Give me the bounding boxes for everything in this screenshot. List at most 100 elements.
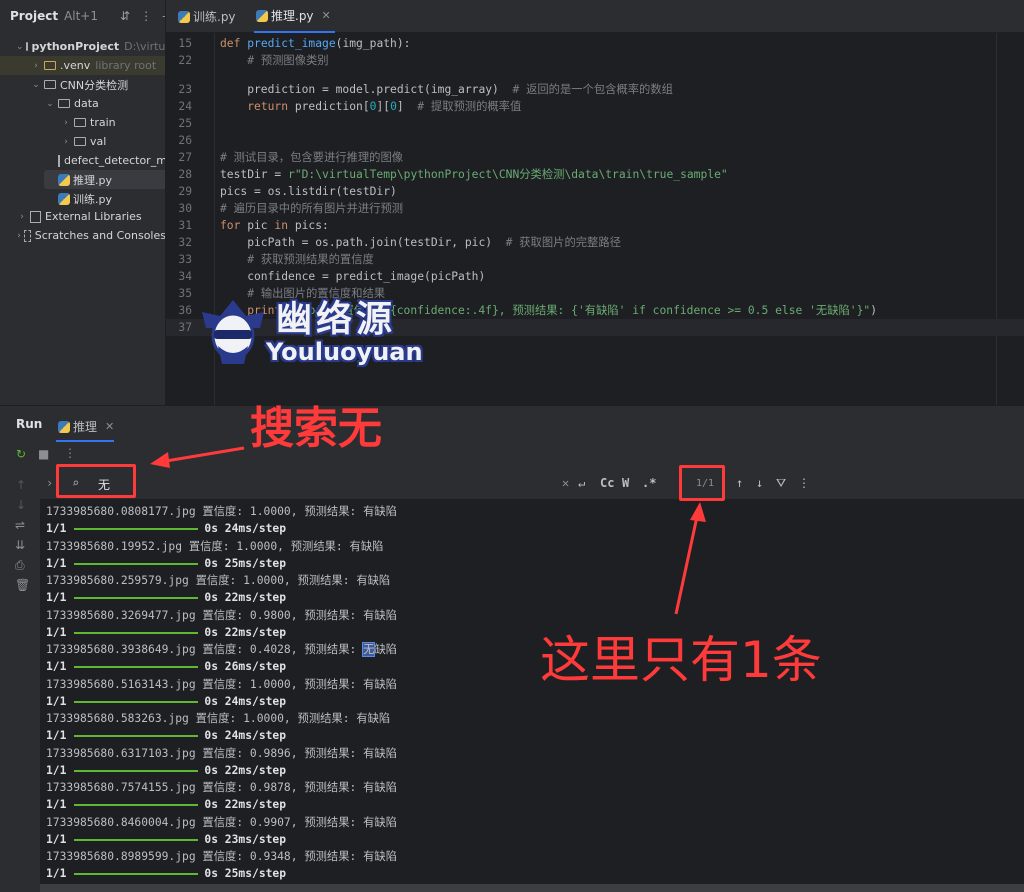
chevron-right-icon[interactable]: › [30,61,42,71]
code-text: def predict_image(img_path): [220,37,411,50]
result-line: 1733985680.3269477.jpg 置信度: 0.9800, 预测结果… [46,608,398,622]
tab-tuili[interactable]: 推理.py ✕ [254,0,335,33]
count-highlight-box [679,465,725,501]
close-icon[interactable]: ✕ [322,9,331,22]
chevron-right-icon[interactable]: › [16,212,28,222]
run-panel: Run 推理 ✕ ↻ ■ ⋮ ↑ ↓ ⇌ ⇊ ⎙ 🗑 › ⌕ 无 ✕ ↵ Cc W… [0,405,1024,892]
line-number: 35 [178,287,192,300]
code-text: # 预测图像类别 [247,54,329,67]
tree-item-cnn[interactable]: ⌄ CNN分类检测 [0,75,165,94]
watermark-cn: 幽络源 [276,299,397,340]
project-title[interactable]: Project [10,9,58,23]
close-icon[interactable]: ✕ [105,420,114,433]
console-output[interactable]: › ⌕ 无 ✕ ↵ Cc W .* 1/1 ↑ ↓ ⛛ ⋮ 1733985680… [40,468,1024,892]
tree-item-val[interactable]: › val [0,132,165,151]
result-line: 1733985680.7574155.jpg 置信度: 0.9878, 预测结果… [46,781,398,794]
result-line: 1733985680.3938649.jpg 置信度: 0.4028, 预测结果… [46,642,398,657]
prev-match-icon[interactable]: ↑ [736,476,743,490]
rerun-icon[interactable]: ↻ [16,447,26,461]
chevron-down-icon[interactable]: ⌄ [16,42,24,52]
folder-icon [58,99,70,108]
tree-item-data[interactable]: ⌄ data [0,94,165,113]
progress-line: 1/1 0s 24ms/step [46,729,287,743]
more-icon[interactable]: ⋮ [64,446,76,460]
result-line: 1733985680.6317103.jpg 置信度: 0.9896, 预测结果… [46,746,398,760]
python-file-icon [58,192,70,205]
chevron-down-icon[interactable]: ⌄ [30,80,42,90]
hacker-mascot-icon [202,300,264,364]
line-number: 28 [178,168,192,181]
watermark-en: Youluoyuan [266,338,423,366]
file-icon [58,154,60,167]
code-line: 28 testDir = r"D:\virtualTemp\pythonProje… [166,166,1024,183]
tree-item-venv[interactable]: › .venv library root [0,56,165,75]
progress-line: 1/1 0s 25ms/step [46,867,287,881]
progress-line: 1/1 0s 22ms/step [46,763,287,777]
line-number: 36 [178,304,192,317]
progress-line: 1/1 0s 24ms/step [46,522,287,536]
more-icon[interactable]: ⋮ [140,9,152,23]
chevron-down-icon[interactable]: ⌄ [44,99,56,109]
console-side-toolbar: ↑ ↓ ⇌ ⇊ ⎙ 🗑 [0,468,40,892]
folder-icon [44,61,56,70]
project-panel: Project Alt+1 ⇵ ⋮ — ⌄pythonProjectD:\vir… [0,0,166,405]
progress-bar [74,562,199,565]
scratches-icon [24,229,31,242]
chevron-right-icon[interactable]: › [60,137,72,147]
code-line: 23 prediction = model.predict(img_array)… [166,81,1024,98]
regex-button[interactable]: .* [642,476,656,490]
newline-icon[interactable]: ↵ [578,476,585,490]
tree-item-defect-detector[interactable]: defect_detector_mc [0,151,165,170]
whole-word-button[interactable]: W [622,476,629,490]
stop-icon[interactable]: ■ [38,447,49,461]
line-number: 29 [178,185,192,198]
line-number: 24 [178,100,192,113]
code-line: 15 def predict_image(img_path): [166,35,1024,52]
chevron-right-icon[interactable]: › [46,476,53,490]
next-match-icon[interactable]: ↓ [756,476,763,490]
line-number: 31 [178,219,192,232]
code-text: prediction = model.predict(img_array) # … [220,83,673,96]
chevron-right-icon[interactable]: › [60,118,72,128]
chevron-right-icon[interactable]: › [16,231,22,241]
progress-line: 1/1 0s 22ms/step [46,591,287,605]
scroll-to-end-icon[interactable]: ⇊ [15,538,25,552]
line-number: 25 [178,117,192,130]
tree-item-xunlian[interactable]: 训练.py [0,189,165,208]
tree-item-tuili[interactable]: 推理.py [44,170,165,189]
code-line: 22 # 预测图像类别 [166,52,1024,69]
code-text: # 遍历目录中的所有图片并进行预测 [220,202,404,215]
filter-icon[interactable]: ⛛ [776,476,786,491]
code-text: # 获取预测结果的置信度 [247,253,374,266]
soft-wrap-icon[interactable]: ⇌ [15,518,25,532]
tree-item-pythonproject[interactable]: ⌄pythonProjectD:\virtualT [0,37,165,56]
tree-item-train[interactable]: › train [0,113,165,132]
collapse-icon[interactable]: ⇵ [120,9,130,23]
arrow-down-icon[interactable]: ↓ [16,498,26,512]
search-input[interactable]: ⌕ 无 [70,472,570,496]
code-line: 33 # 获取预测结果的置信度 [166,251,1024,268]
progress-line: 1/1 0s 22ms/step [46,798,287,812]
arrow-up-icon[interactable]: ↑ [16,478,26,492]
code-line: 26 [166,132,1024,149]
clear-icon[interactable]: ✕ [562,476,569,490]
tab-xunlian[interactable]: 训练.py [176,0,236,33]
more-icon[interactable]: ⋮ [798,476,810,490]
run-tab-tuili[interactable]: 推理 ✕ [56,413,115,442]
annotation-search: 搜索无 [250,403,382,454]
print-icon[interactable]: ⎙ [15,558,25,573]
code-text: for pic in pics: [220,219,329,232]
horizontal-scrollbar[interactable] [40,884,1024,892]
trash-icon[interactable]: 🗑 [15,578,30,592]
progress-bar [74,873,199,876]
progress-bar [74,666,199,669]
run-header: Run 推理 ✕ [0,406,1024,442]
code-line: 30 # 遍历目录中的所有图片并进行预测 [166,200,1024,217]
match-case-button[interactable]: Cc [600,476,614,490]
run-toolbar: ↻ ■ ⋮ [0,442,1024,468]
project-header: Project Alt+1 ⇵ ⋮ — [0,0,165,32]
tree-item-scratches[interactable]: › Scratches and Consoles [0,226,165,245]
tree-item-external-libraries[interactable]: › External Libraries [0,207,165,226]
line-number: 26 [178,134,192,147]
line-number: 27 [178,151,192,164]
